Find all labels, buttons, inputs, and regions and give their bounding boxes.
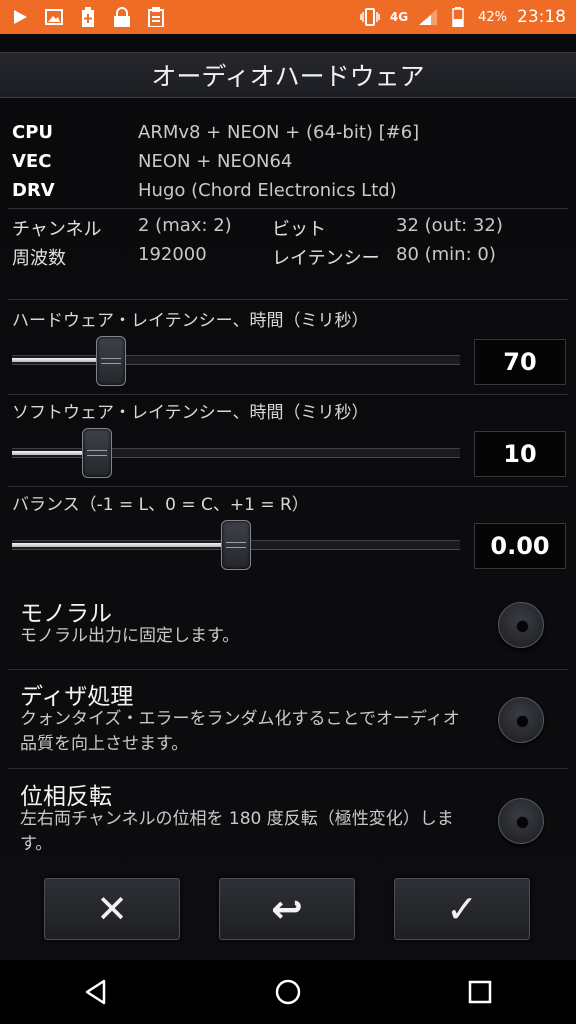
channel-value: 2 (max: 2) xyxy=(138,215,232,236)
frequency-value: 192000 xyxy=(138,244,207,265)
hardware-latency-label: ハードウェア・レイテンシー、時間（ミリ秒） xyxy=(12,311,369,331)
software-latency-thumb[interactable] xyxy=(82,428,113,478)
divider xyxy=(8,299,568,300)
phase-invert-title: 位相反転 xyxy=(20,784,112,810)
hardware-latency-slider[interactable] xyxy=(12,355,460,365)
balance-value[interactable]: 0.00 xyxy=(474,523,566,569)
vibrate-icon xyxy=(360,7,380,27)
dialog-title: オーディオハードウェア xyxy=(0,52,576,98)
recents-icon[interactable] xyxy=(450,962,510,1022)
button-bar: ✕ ↩ ✓ xyxy=(0,878,576,942)
drv-value: Hugo (Chord Electronics Ltd) xyxy=(138,180,397,201)
check-icon: ✓ xyxy=(446,887,478,931)
image-icon xyxy=(44,7,64,27)
mono-title: モノラル xyxy=(20,601,112,627)
play-icon xyxy=(10,7,30,27)
bit-label: ビット xyxy=(272,219,326,240)
slider-fill xyxy=(12,543,236,547)
battery-plus-icon xyxy=(78,7,98,27)
phase-invert-radio[interactable] xyxy=(498,798,544,844)
network-type: 4G xyxy=(389,10,409,24)
cpu-label: CPU xyxy=(12,122,54,143)
software-latency-value[interactable]: 10 xyxy=(474,431,566,477)
divider xyxy=(8,486,568,487)
dither-title: ディザ処理 xyxy=(20,684,134,710)
audio-hardware-dialog: オーディオハードウェア CPU ARMv8 + NEON + (64-bit) … xyxy=(0,34,576,960)
divider xyxy=(8,669,568,670)
undo-icon: ↩ xyxy=(271,887,303,931)
balance-label: バランス（-1 = L、0 = C、+1 = R） xyxy=(12,495,309,515)
hardware-latency-value[interactable]: 70 xyxy=(474,339,566,385)
drv-label: DRV xyxy=(12,180,55,201)
close-icon: ✕ xyxy=(96,887,128,931)
latency-label: レイテンシー xyxy=(272,248,380,269)
status-bar: 4G 42% 23:18 xyxy=(0,0,576,34)
balance-thumb[interactable] xyxy=(221,520,251,570)
divider xyxy=(8,208,568,209)
dither-desc: クォンタイズ・エラーをランダム化することでオーディオ品質を向上させます。 xyxy=(20,709,460,754)
lock-icon xyxy=(112,7,132,27)
vec-value: NEON + NEON64 xyxy=(138,151,293,172)
cancel-button[interactable]: ✕ xyxy=(44,878,180,940)
ok-button[interactable]: ✓ xyxy=(394,878,530,940)
mono-radio[interactable] xyxy=(498,602,544,648)
navigation-bar xyxy=(0,960,576,1024)
latency-value: 80 (min: 0) xyxy=(396,244,496,265)
back-icon[interactable] xyxy=(66,962,126,1022)
bit-value: 32 (out: 32) xyxy=(396,215,503,236)
divider xyxy=(8,768,568,769)
clock: 23:18 xyxy=(517,7,566,27)
battery-percent: 42% xyxy=(478,9,507,25)
frequency-label: 周波数 xyxy=(12,248,66,269)
dither-radio[interactable] xyxy=(498,697,544,743)
channel-label: チャンネル xyxy=(12,219,102,240)
vec-label: VEC xyxy=(12,151,52,172)
signal-icon xyxy=(418,7,438,27)
revert-button[interactable]: ↩ xyxy=(219,878,355,940)
divider xyxy=(8,394,568,395)
cpu-value: ARMv8 + NEON + (64-bit) [#6] xyxy=(138,122,420,143)
software-latency-slider[interactable] xyxy=(12,448,460,458)
home-icon[interactable] xyxy=(258,962,318,1022)
hardware-latency-thumb[interactable] xyxy=(95,336,126,386)
phase-invert-desc: 左右両チャンネルの位相を 180 度反転（極性変化）します。 xyxy=(20,809,454,854)
software-latency-label: ソフトウェア・レイテンシー、時間（ミリ秒） xyxy=(12,403,369,423)
clipboard-icon xyxy=(146,7,166,27)
mono-desc: モノラル出力に固定します。 xyxy=(20,626,240,646)
battery-icon xyxy=(448,7,468,27)
